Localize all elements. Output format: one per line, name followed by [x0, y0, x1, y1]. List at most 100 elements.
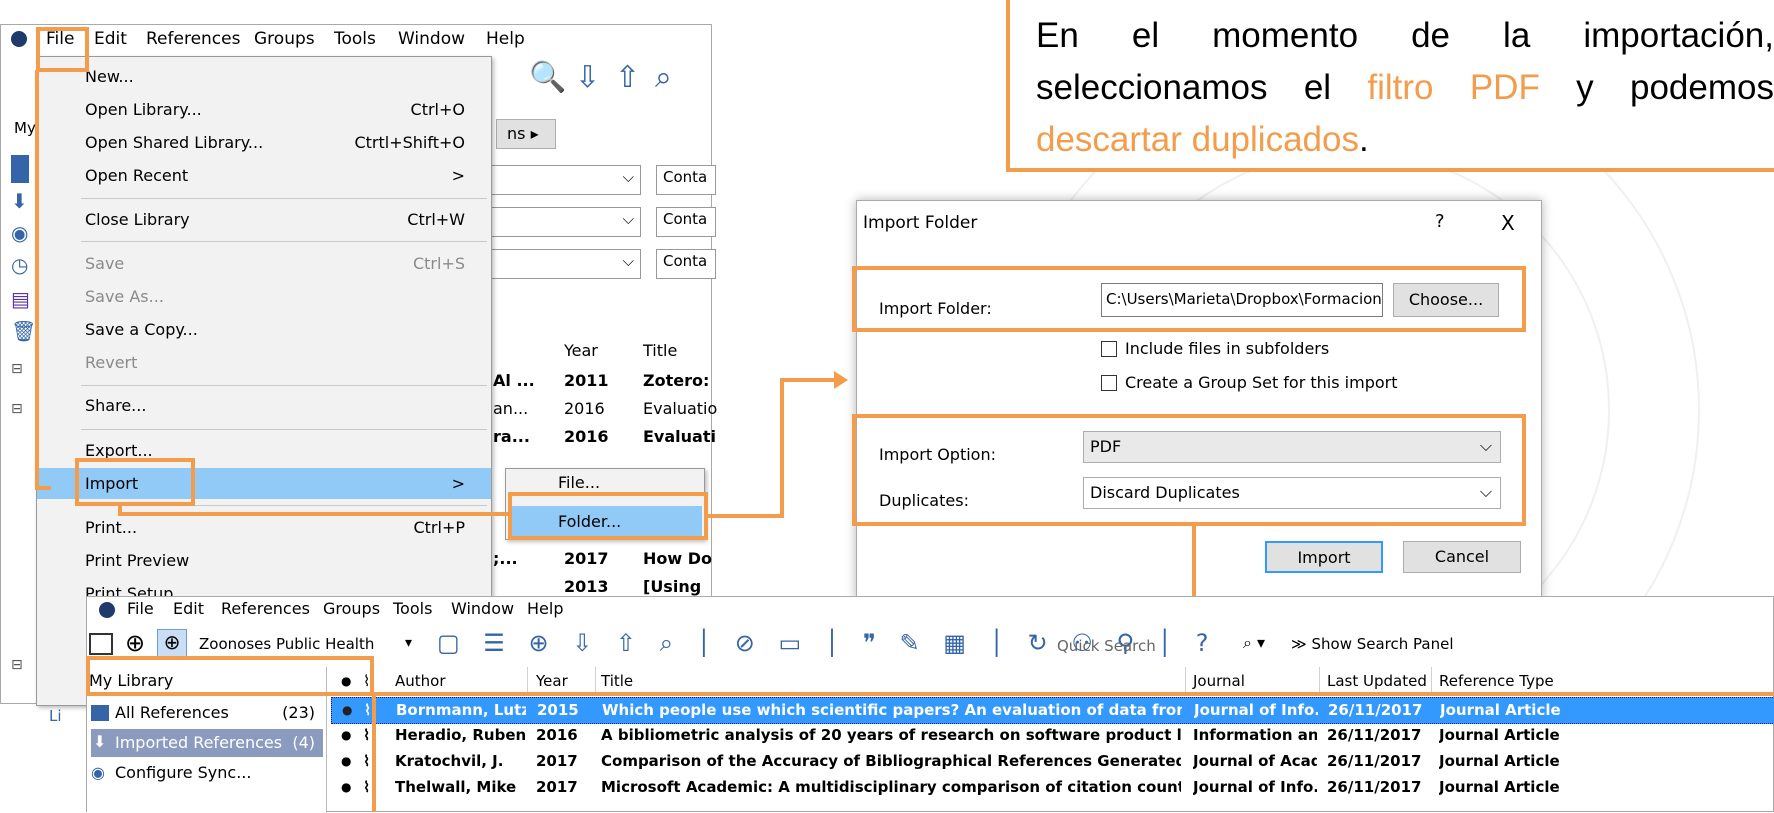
history-icon: ◷: [11, 253, 29, 277]
bg-row-1[interactable]: Al ... 2011 Zotero:: [491, 371, 713, 397]
dialog-title: Import Folder: [863, 213, 978, 233]
column-title[interactable]: Title: [643, 341, 677, 360]
menu-groups[interactable]: Groups: [323, 599, 380, 618]
search-contains-select[interactable]: Conta: [656, 249, 716, 279]
import-icon[interactable]: ⇩: [575, 63, 600, 93]
menu-references[interactable]: References: [146, 29, 240, 49]
menu-item-new[interactable]: New...: [37, 61, 491, 92]
menu-item-save-as[interactable]: Save As...: [37, 281, 491, 312]
local-library-icon[interactable]: [89, 633, 113, 655]
column-author[interactable]: Author: [395, 667, 446, 695]
download-icon: ⬇: [11, 189, 28, 213]
menu-window[interactable]: Window: [451, 599, 514, 618]
sidebar-item-imported-references[interactable]: ⬇ Imported References (4): [91, 729, 323, 757]
search-contains-select[interactable]: Conta: [656, 207, 716, 237]
integrated-mode-icon[interactable]: ⊕: [157, 629, 187, 659]
attachment-icon: ⌇: [363, 778, 371, 796]
highlight-import-folder: [852, 266, 1526, 332]
menu-help[interactable]: Help: [486, 29, 525, 49]
column-journal[interactable]: Journal: [1193, 667, 1245, 695]
menu-groups[interactable]: Groups: [254, 29, 315, 49]
column-last-updated[interactable]: Last Updated: [1327, 667, 1427, 695]
menu-tools[interactable]: Tools: [334, 29, 376, 49]
callout-text: .: [1358, 120, 1369, 159]
export-icon[interactable]: ⇧: [615, 63, 640, 93]
bg-row-4[interactable]: ;... 2017 How Do: [491, 549, 713, 575]
connector-line: [780, 378, 838, 382]
bg-row-2[interactable]: an... 2016 Evaluatio: [491, 399, 717, 425]
online-mode-icon[interactable]: ⊕: [125, 629, 145, 657]
menu-item-open-recent[interactable]: Open Recent >: [37, 160, 491, 191]
online-search-globe-icon[interactable]: 🔍: [529, 63, 566, 93]
bg-row-3[interactable]: ra... 2016 Evaluati: [491, 427, 716, 453]
search-contains-select[interactable]: Conta: [656, 165, 716, 195]
column-title[interactable]: Title: [601, 667, 633, 695]
create-group-set-checkbox[interactable]: [1101, 375, 1117, 391]
column-year[interactable]: Year: [536, 667, 568, 695]
attachment-icon: ⌇: [364, 701, 372, 719]
sync-icon: ◉: [11, 221, 29, 245]
menu-item-print[interactable]: Print... Ctrl+P: [37, 512, 491, 543]
callout-text: y podemos: [1539, 68, 1774, 107]
menu-edit[interactable]: Edit: [94, 29, 127, 49]
submenu-item-file[interactable]: File...: [558, 473, 600, 492]
search-field-select[interactable]: ⌵: [491, 165, 641, 195]
online-search-icon: [11, 155, 29, 183]
highlight-imported-rows: [372, 692, 1774, 812]
column-reference-type[interactable]: Reference Type: [1439, 667, 1554, 695]
search-field-select[interactable]: ⌵: [491, 207, 641, 237]
connector-line: [780, 378, 784, 518]
search-icon[interactable]: ⌕ ▾: [1243, 633, 1265, 653]
search-options-button[interactable]: ns ▸: [496, 119, 556, 149]
menu-separator: [81, 385, 487, 386]
close-icon[interactable]: X: [1501, 211, 1515, 235]
menu-item-close-library[interactable]: Close Library Ctrl+W: [37, 204, 491, 235]
show-search-panel-button[interactable]: ≫ Show Search Panel: [1291, 635, 1454, 653]
menu-window[interactable]: Window: [398, 29, 465, 49]
menu-edit[interactable]: Edit: [173, 599, 204, 618]
include-subfolders-checkbox[interactable]: [1101, 341, 1117, 357]
menu-item-save[interactable]: Save Ctrl+S: [37, 248, 491, 279]
trash-icon: 🗑: [11, 319, 37, 343]
search-field-select[interactable]: ⌵: [491, 249, 641, 279]
cancel-button[interactable]: Cancel: [1403, 541, 1521, 573]
background-menu-bar: File Edit References Groups Tools Window…: [1, 29, 713, 55]
create-group-set-label[interactable]: Create a Group Set for this import: [1125, 373, 1398, 392]
sidebar-item-configure-sync[interactable]: ◉ Configure Sync...: [91, 761, 319, 787]
import-button[interactable]: Import: [1265, 541, 1383, 573]
menu-item-revert[interactable]: Revert: [37, 347, 491, 378]
menu-item-save-a-copy[interactable]: Save a Copy...: [37, 314, 491, 345]
menu-separator: [81, 198, 487, 199]
sidebar-label: My: [14, 119, 36, 137]
chevron-down-icon: ≫: [1291, 635, 1312, 653]
tree-line-icon: ⊟: [11, 401, 23, 417]
menu-item-print-preview[interactable]: Print Preview: [37, 545, 491, 576]
read-status-icon: ●: [341, 728, 352, 742]
menu-item-share[interactable]: Share...: [37, 390, 491, 421]
import-folder-dialog: Import Folder ? X Import Folder: C:\User…: [856, 200, 1542, 600]
help-button[interactable]: ?: [1435, 211, 1445, 232]
menu-tools[interactable]: Tools: [393, 599, 432, 618]
read-status-icon: ●: [341, 754, 352, 768]
menu-file[interactable]: File: [127, 599, 154, 618]
quick-search-input[interactable]: Quick Search: [1057, 637, 1207, 655]
attachment-icon: ⌇: [363, 726, 371, 744]
sidebar-item-all-references[interactable]: All References (23): [91, 701, 319, 727]
sidebar-fragment: Li: [49, 707, 62, 725]
menu-help[interactable]: Help: [527, 599, 563, 618]
tree-line-icon: ⊟: [11, 361, 23, 377]
highlight-import-item: [75, 458, 195, 506]
all-references-icon: [91, 705, 109, 721]
attachment-icon: ⌇: [363, 752, 371, 770]
menu-references[interactable]: References: [221, 599, 310, 618]
connector-line: [706, 514, 784, 518]
highlight-file-menu: [36, 27, 89, 72]
column-year[interactable]: Year: [564, 341, 598, 360]
menu-item-open-library[interactable]: Open Library... Ctrl+O: [37, 94, 491, 125]
find-fulltext-icon[interactable]: ⌕: [655, 63, 672, 93]
include-subfolders-label[interactable]: Include files in subfolders: [1125, 339, 1329, 358]
chevron-down-icon[interactable]: ▾: [405, 635, 412, 651]
menu-item-open-shared-library[interactable]: Open Shared Library... Ctrtl+Shift+O: [37, 127, 491, 158]
highlight-imported-references: [86, 656, 374, 696]
endnote-logo-icon: [99, 602, 115, 618]
